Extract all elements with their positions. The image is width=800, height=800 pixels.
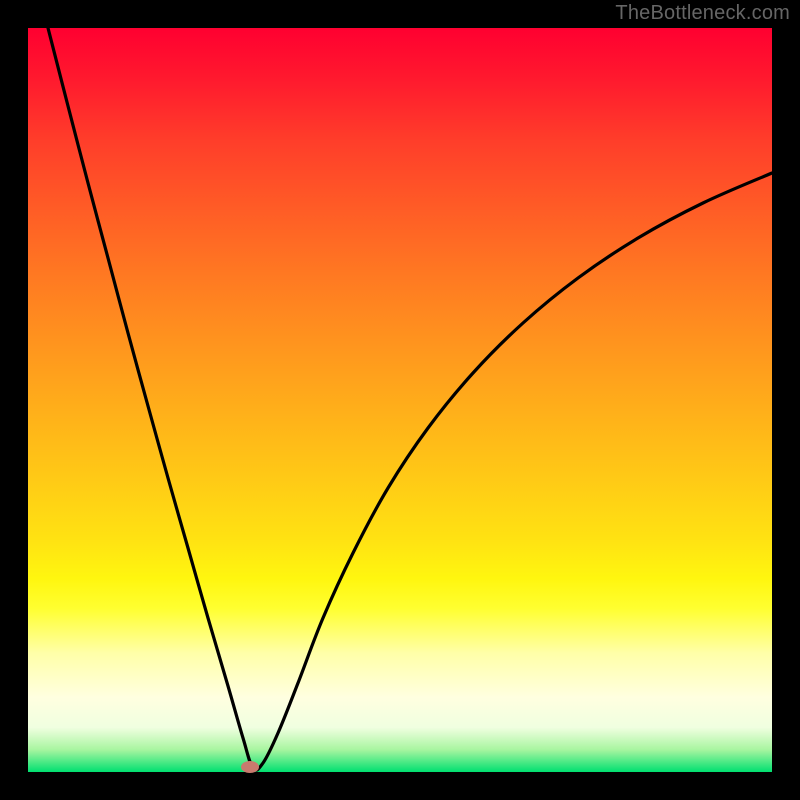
plot-frame bbox=[28, 28, 772, 772]
watermark-text: TheBottleneck.com bbox=[615, 2, 790, 25]
optimal-point-marker bbox=[241, 761, 259, 773]
bottleneck-curve-svg bbox=[28, 28, 772, 772]
bottleneck-curve-path bbox=[48, 28, 772, 770]
